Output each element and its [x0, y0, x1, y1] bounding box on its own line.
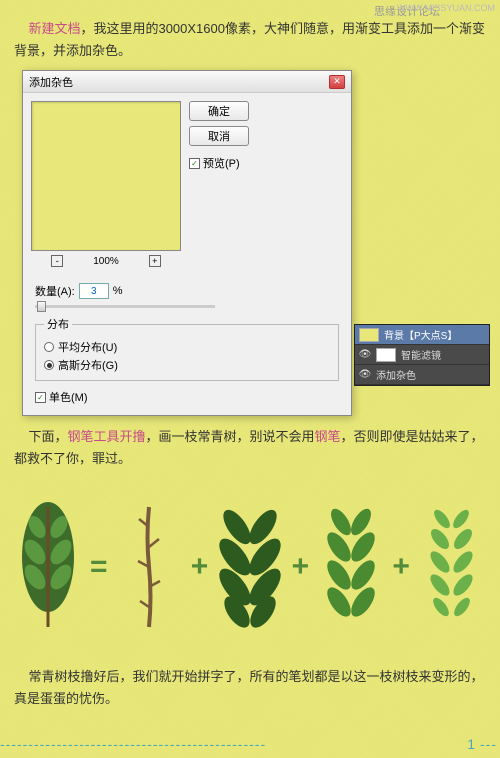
zoom-level: 100%	[93, 256, 119, 267]
layer-thumb-icon	[359, 328, 379, 342]
layer-background[interactable]: 背景【P大点S】	[355, 325, 489, 345]
uniform-label: 平均分布(U)	[58, 339, 117, 355]
gaussian-radio[interactable]	[44, 360, 54, 370]
equals-sign: =	[90, 550, 108, 584]
layer-bg-label: 背景【P大点S】	[384, 327, 457, 342]
highlight-pen: 钢笔工具开撸	[67, 429, 145, 444]
page-footer: ----------------------------------------…	[0, 736, 500, 752]
cancel-button[interactable]: 取消	[189, 126, 249, 146]
para2-pre: 下面，	[28, 429, 67, 444]
layer-smart-filter[interactable]: 👁 智能滤镜	[355, 345, 489, 365]
ok-button[interactable]: 确定	[189, 101, 249, 121]
highlight-new-doc: 新建文档	[28, 21, 80, 36]
plant-equation: = + +	[10, 492, 490, 642]
site-url: WWW.MISSYUAN.COM	[397, 3, 495, 13]
amount-unit: %	[113, 285, 123, 297]
preview-label: 预览(P)	[203, 155, 240, 171]
close-icon[interactable]: ✕	[329, 75, 345, 89]
noise-preview	[31, 101, 181, 251]
plant-leaves-dark	[215, 497, 285, 637]
plus-sign-2: +	[292, 550, 310, 584]
eye-icon[interactable]: 👁	[359, 369, 371, 381]
layer-noise-label: 添加杂色	[376, 367, 416, 382]
mono-checkbox[interactable]: ✓	[35, 392, 46, 403]
layer-add-noise[interactable]: 👁 添加杂色	[355, 365, 489, 385]
zoom-in-icon[interactable]: +	[149, 255, 161, 267]
slider-thumb[interactable]	[37, 301, 46, 312]
layers-panel: 背景【P大点S】 👁 智能滤镜 👁 添加杂色	[354, 324, 490, 386]
plant-stem	[114, 497, 184, 637]
paragraph-2: 下面，钢笔工具开撸，画一枝常青树，别说不会用钢笔，否则即使是姑姑来了，都救不了你…	[0, 420, 500, 476]
uniform-radio[interactable]	[44, 342, 54, 352]
add-noise-dialog: 添加杂色 ✕ - 100% + 确定 取消 ✓ 预览(P) 数量(A): 3 %	[22, 70, 352, 416]
amount-slider[interactable]	[35, 305, 215, 308]
zoom-out-icon[interactable]: -	[51, 255, 63, 267]
para1-rest: ，我这里用的3000X1600像素，大神们随意，用渐变工具添加一个渐变背景，并添…	[14, 21, 485, 58]
distribution-group: 分布 平均分布(U) 高斯分布(G)	[35, 316, 339, 381]
dialog-titlebar: 添加杂色 ✕	[23, 71, 351, 93]
highlight-pen2: 钢笔	[315, 429, 341, 444]
filter-thumb-icon	[376, 348, 396, 362]
para2-mid: ，画一枝常青树，别说不会用	[145, 429, 314, 444]
mono-label: 单色(M)	[49, 389, 88, 405]
page-number: 1	[463, 736, 480, 752]
dash-left: ----------------------------------------…	[0, 736, 463, 752]
eye-icon[interactable]: 👁	[359, 349, 371, 361]
plant-full	[13, 497, 83, 637]
preview-checkbox[interactable]: ✓	[189, 158, 200, 169]
amount-label: 数量(A):	[35, 283, 75, 299]
para3-text: 常青树枝撸好后，我们就开始拼字了，所有的笔划都是以这一枝树枝来变形的，真是蛋蛋的…	[14, 669, 483, 706]
layer-filter-label: 智能滤镜	[401, 347, 441, 362]
paragraph-3: 常青树枝撸好后，我们就开始拼字了，所有的笔划都是以这一枝树枝来变形的，真是蛋蛋的…	[0, 660, 500, 716]
plus-sign-1: +	[191, 550, 209, 584]
gaussian-label: 高斯分布(G)	[58, 357, 118, 373]
amount-input[interactable]: 3	[79, 283, 109, 299]
distribution-label: 分布	[44, 316, 72, 332]
dash-right: ---	[480, 736, 500, 752]
plus-sign-3: +	[392, 550, 410, 584]
plant-leaves-mid	[316, 497, 386, 637]
plant-leaves-light	[417, 497, 487, 637]
dialog-title-text: 添加杂色	[29, 74, 73, 90]
